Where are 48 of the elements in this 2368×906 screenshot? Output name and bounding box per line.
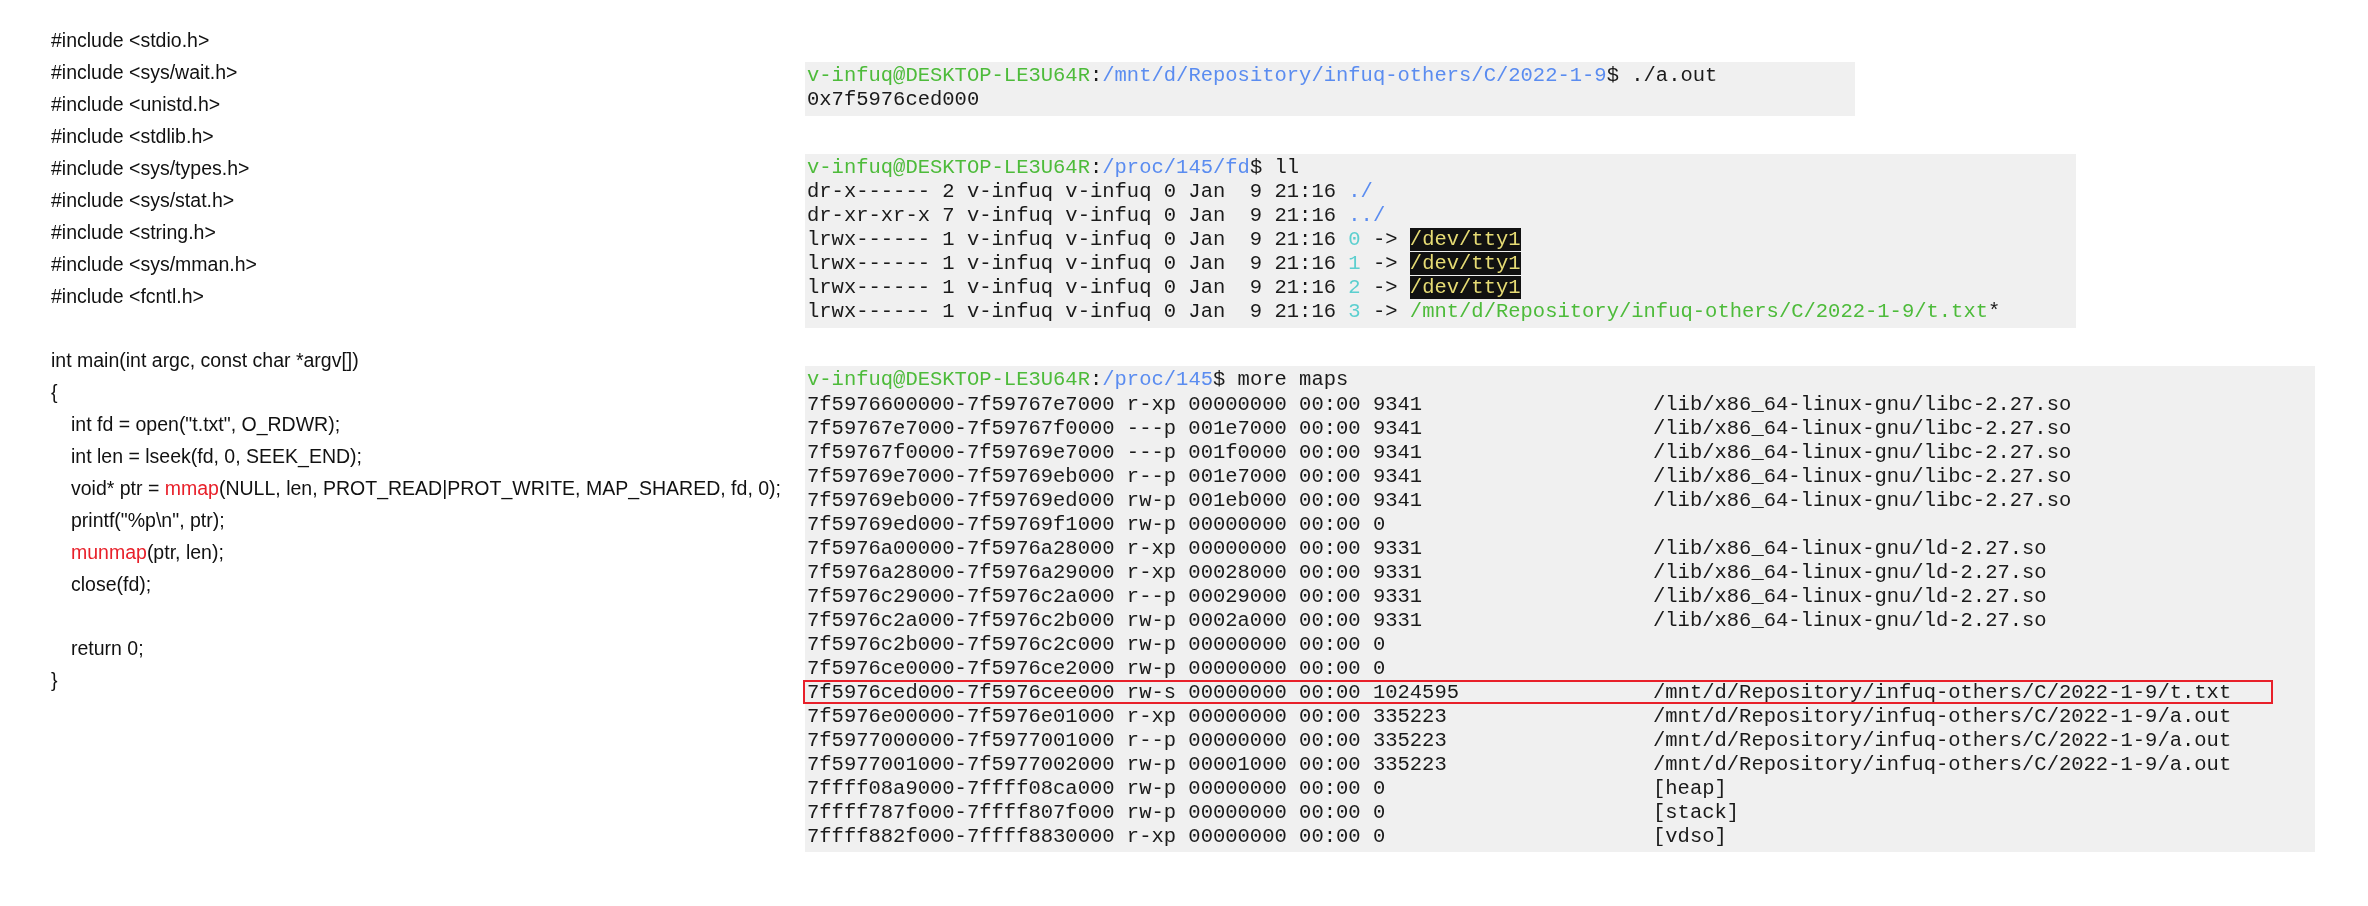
memory-map-row-text: 7f59769e7000-7f59769eb000 r--p 001e7000 00:00 9341 /lib/x86_64-linux-gnu/libc-2.27.so (806, 464, 2073, 488)
terminal-line: lrwx------ 1 v-infuq v-infuq 0 Jan 9 21:16 0 -> /dev/tty1 (806, 228, 1521, 252)
terminal-line: dr-x------ 2 v-infuq v-infuq 0 Jan 9 21:16 ./ (806, 180, 1373, 204)
memory-map-row-text: 7f5977001000-7f5977002000 rw-p 00001000 00:00 335223 /mnt/d/Repository/infuq-others/C/2022-1-9/a.out (806, 752, 2233, 776)
memory-map-row-text: 7f5976c29000-7f5976c2a000 r--p 00029000 00:00 9331 /lib/x86_64-linux-gnu/ld-2.27.so (806, 584, 2048, 608)
code-line: int len = lseek(fd, 0, SEEK_END); (70, 444, 362, 470)
memory-map-row-text: 7ffff787f000-7ffff807f000 rw-p 00000000 00:00 0 [stack] (806, 800, 1741, 824)
code-line: #include <stdio.h> (51, 28, 210, 53)
terminal-line: lrwx------ 1 v-infuq v-infuq 0 Jan 9 21:16 3 -> /mnt/d/Repository/infuq-others/C/2022-1-9/t.txt* (806, 300, 2001, 324)
terminal-line: lrwx------ 1 v-infuq v-infuq 0 Jan 9 21:16 2 -> /dev/tty1 (806, 276, 1521, 300)
memory-map-row-text: 7f5976e00000-7f5976e01000 r-xp 00000000 00:00 335223 /mnt/d/Repository/infuq-others/C/2022-1-9/a.out (806, 704, 2233, 728)
memory-map-row-text: 7f5976ce0000-7f5976ce2000 rw-p 00000000 00:00 0 (806, 656, 1387, 680)
memory-map-row-text: 7f59767e7000-7f59767f0000 ---p 001e7000 00:00 9341 /lib/x86_64-linux-gnu/libc-2.27.so (806, 416, 2073, 440)
memory-map-row: 7f5976ced000-7f5976cee000 rw-s 00000000 00:00 1024595 /mnt/d/Repository/infuq-others/C/2022-1-9/t.txt (803, 680, 2273, 704)
code-line: #include <unistd.h> (51, 92, 221, 117)
memory-map-row-text: 7f5976a00000-7f5976a28000 r-xp 00000000 00:00 9331 /lib/x86_64-linux-gnu/ld-2.27.so (806, 536, 2048, 560)
code-line: { (51, 380, 58, 405)
terminal-line: v-infuq@DESKTOP-LE3U64R:/proc/145/fd$ ll (806, 156, 1300, 180)
memory-map-row-text: 7ffff08a9000-7ffff08ca000 rw-p 00000000 00:00 0 [heap] (806, 776, 1728, 800)
memory-map-row-text: 7ffff882f000-7ffff8830000 r-xp 00000000 00:00 0 [vdso] (806, 824, 1728, 848)
memory-map-row-text: 7f5977000000-7f5977001000 r--p 00000000 00:00 335223 /mnt/d/Repository/infuq-others/C/2022-1-9/a.out (806, 728, 2233, 752)
memory-map-row-text: 7f5976c2a000-7f5976c2b000 rw-p 0002a000 00:00 9331 /lib/x86_64-linux-gnu/ld-2.27.so (806, 608, 2048, 632)
code-line: int main(int argc, const char *argv[]) (51, 348, 359, 373)
memory-map-row-text: 7f5976600000-7f59767e7000 r-xp 00000000 00:00 9341 /lib/x86_64-linux-gnu/libc-2.27.so (806, 392, 2073, 416)
memory-map-row-text: 7f5976c2b000-7f5976c2c000 rw-p 00000000 00:00 0 (806, 632, 1387, 656)
code-line: #include <stdlib.h> (51, 124, 214, 149)
terminal-line: dr-xr-xr-x 7 v-infuq v-infuq 0 Jan 9 21:16 ../ (806, 204, 1386, 228)
memory-map-row-text: 7f59767f0000-7f59769e7000 ---p 001f0000 00:00 9341 /lib/x86_64-linux-gnu/libc-2.27.so (806, 440, 2073, 464)
code-line: printf("%p\n", ptr); (70, 508, 225, 533)
terminal-line: v-infuq@DESKTOP-LE3U64R:/mnt/d/Repository/infuq-others/C/2022-1-9$ ./a.out (806, 64, 1718, 88)
memory-map-row-text: 7f5976a28000-7f5976a29000 r-xp 00028000 00:00 9331 /lib/x86_64-linux-gnu/ld-2.27.so (806, 560, 2048, 584)
code-line: close(fd); (70, 572, 152, 597)
code-line: void* ptr = mmap(NULL, len, PROT_READ|PROT_WRITE, MAP_SHARED, fd, 0); (70, 476, 781, 502)
code-line: return 0; (70, 636, 144, 661)
terminal-line: 0x7f5976ced000 (806, 88, 980, 112)
code-line: #include <sys/stat.h> (51, 188, 235, 213)
code-line: munmap(ptr, len); (70, 540, 224, 565)
code-line: } (51, 668, 58, 693)
code-line: #include <string.h> (51, 220, 216, 245)
code-line: #include <fcntl.h> (51, 284, 204, 309)
code-line: #include <sys/types.h> (51, 156, 250, 181)
code-line: int fd = open("t.txt", O_RDWR); (70, 412, 341, 438)
terminal-line: lrwx------ 1 v-infuq v-infuq 0 Jan 9 21:16 1 -> /dev/tty1 (806, 252, 1521, 276)
memory-map-row-text: 7f59769eb000-7f59769ed000 rw-p 001eb000 00:00 9341 /lib/x86_64-linux-gnu/libc-2.27.so (806, 488, 2073, 512)
memory-map-row-text: 7f59769ed000-7f59769f1000 rw-p 00000000 00:00 0 (806, 512, 1387, 536)
code-line: #include <sys/wait.h> (51, 60, 238, 85)
terminal-line: v-infuq@DESKTOP-LE3U64R:/proc/145$ more maps (806, 368, 1349, 392)
code-line: #include <sys/mman.h> (51, 252, 257, 277)
